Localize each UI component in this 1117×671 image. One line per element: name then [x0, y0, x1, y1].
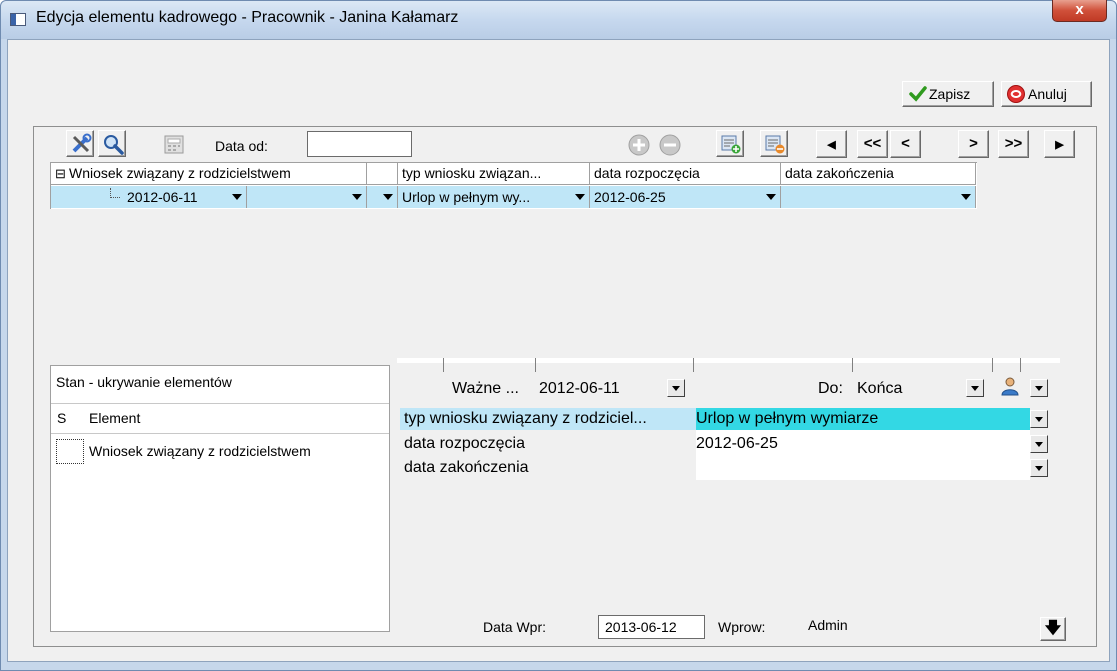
cell-start[interactable]: 2012-06-25	[590, 186, 781, 208]
minus-circle-icon	[659, 134, 681, 156]
nav-first-button[interactable]: ◀	[816, 130, 847, 158]
nav-last-button[interactable]: ▶	[1044, 130, 1075, 158]
dropdown-arrow-icon	[961, 194, 971, 200]
column-header-start[interactable]: data rozpoczęcia	[590, 163, 781, 185]
property-dropdown-button[interactable]	[1030, 410, 1048, 428]
property-dropdown-button[interactable]	[1030, 459, 1048, 477]
cell-start-value: 2012-06-25	[594, 189, 666, 205]
divider	[51, 433, 389, 434]
list-item[interactable]: Wniosek związany z rodzicielstwem	[89, 443, 311, 459]
visibility-checkbox[interactable]	[56, 439, 84, 464]
dropdown-arrow-icon	[352, 194, 362, 200]
nav-last-icon: ▶	[1055, 139, 1064, 151]
data-wpr-label: Data Wpr:	[483, 619, 547, 635]
do-label: Do:	[818, 380, 843, 397]
cancel-label: Anuluj	[1028, 86, 1067, 102]
nav-prev-page-button[interactable]: <<	[857, 130, 888, 158]
cancel-button[interactable]: Anuluj	[1001, 81, 1092, 107]
nav-next-page-icon: >>	[1004, 135, 1023, 152]
search-icon	[104, 135, 124, 155]
property-row[interactable]: data zakończenia	[400, 457, 1057, 479]
nav-next-icon: >	[969, 135, 978, 152]
property-name: data rozpoczęcia	[404, 435, 525, 452]
cell-typ-value: Urlop w pełnym wy...	[402, 189, 531, 205]
window-title: Edycja elementu kadrowego - Pracownik - …	[36, 9, 459, 26]
cell-end[interactable]	[781, 186, 976, 208]
cell-sub[interactable]	[247, 186, 367, 208]
tab-separator	[992, 358, 993, 372]
wazne-value[interactable]: 2012-06-11	[539, 380, 620, 398]
property-name: data zakończenia	[404, 459, 529, 476]
column-header-end[interactable]: data zakończenia	[781, 163, 976, 185]
property-dropdown-button[interactable]	[1030, 435, 1048, 453]
wazne-label: Ważne ...	[452, 380, 519, 397]
data-od-input[interactable]	[307, 131, 412, 157]
tools-icon	[72, 133, 92, 153]
nav-first-icon: ◀	[827, 139, 836, 151]
tree-collapse-icon[interactable]: ⊟	[55, 166, 66, 182]
nav-prev-icon: <	[901, 135, 910, 152]
search-button[interactable]	[98, 130, 126, 157]
nav-prev-button[interactable]: <	[890, 130, 921, 158]
add-record-button[interactable]	[716, 130, 744, 157]
nav-next-page-button[interactable]: >>	[998, 130, 1029, 158]
column-header-blank[interactable]	[367, 163, 398, 185]
visibility-panel	[50, 365, 390, 632]
cell-typ[interactable]: Urlop w pełnym wy...	[398, 186, 590, 208]
user-icon[interactable]	[1000, 376, 1020, 396]
user-dropdown-button[interactable]	[1030, 379, 1048, 397]
window-app-icon	[10, 13, 26, 26]
tab-separator	[1020, 358, 1021, 372]
dropdown-arrow-icon	[232, 194, 242, 200]
tools-button[interactable]	[66, 130, 94, 157]
save-button[interactable]: Zapisz	[902, 81, 994, 107]
wazne-dropdown-button[interactable]	[667, 379, 685, 397]
property-value: 2012-06-25	[696, 435, 778, 452]
tab-strip	[397, 358, 1060, 363]
dropdown-arrow-icon	[766, 194, 776, 200]
dropdown-arrow-icon	[575, 194, 585, 200]
property-row[interactable]: typ wniosku związany z rodziciel... Urlo…	[400, 408, 1057, 430]
column-header-typ[interactable]: typ wniosku związan...	[398, 163, 590, 185]
tab-separator	[443, 358, 444, 372]
plus-circle-icon	[628, 134, 650, 156]
property-row[interactable]: data rozpoczęcia 2012-06-25	[400, 433, 1057, 455]
wprow-label: Wprow:	[718, 619, 766, 635]
visibility-panel-title: Stan - ukrywanie elementów	[56, 374, 232, 390]
do-value[interactable]: Końca	[857, 380, 902, 398]
nav-next-button[interactable]: >	[958, 130, 989, 158]
divider	[51, 403, 389, 404]
checkmark-icon	[909, 86, 927, 102]
column-header-wniosek[interactable]: Wniosek związany z rodzicielstwem	[51, 163, 367, 185]
cell-date-value: 2012-06-11	[127, 189, 198, 205]
calculator-icon	[164, 135, 184, 154]
property-name: typ wniosku związany z rodziciel...	[404, 410, 647, 427]
tab-separator	[535, 358, 536, 372]
save-label: Zapisz	[929, 86, 971, 102]
cancel-icon	[1007, 85, 1025, 103]
cell-date[interactable]: 2012-06-11	[51, 186, 247, 208]
add-record-icon	[721, 135, 741, 154]
data-od-label: Data od:	[215, 138, 268, 154]
do-dropdown-button[interactable]	[966, 379, 984, 397]
add-button[interactable]	[626, 132, 652, 158]
calculator-button[interactable]	[162, 134, 188, 156]
dropdown-arrow-icon	[383, 194, 393, 200]
data-wpr-field[interactable]: 2013-06-12	[598, 615, 705, 639]
remove-button[interactable]	[657, 132, 683, 158]
cell-blank[interactable]	[367, 186, 398, 208]
nav-prev-page-icon: <<	[863, 135, 882, 152]
column-header-element[interactable]: Element	[89, 410, 140, 426]
tab-separator	[693, 358, 694, 372]
scroll-down-button[interactable]: 🡇	[1040, 617, 1066, 641]
property-value: Urlop w pełnym wymiarze	[696, 410, 879, 427]
tree-connector	[110, 188, 120, 198]
tab-separator	[852, 358, 853, 372]
column-header-s[interactable]: S	[57, 410, 66, 426]
edit-record-button[interactable]	[760, 130, 788, 157]
wprow-value: Admin	[808, 617, 848, 633]
arrow-down-icon: 🡇	[1044, 620, 1062, 637]
close-button[interactable]: x	[1052, 0, 1107, 22]
edit-record-icon	[765, 135, 785, 154]
